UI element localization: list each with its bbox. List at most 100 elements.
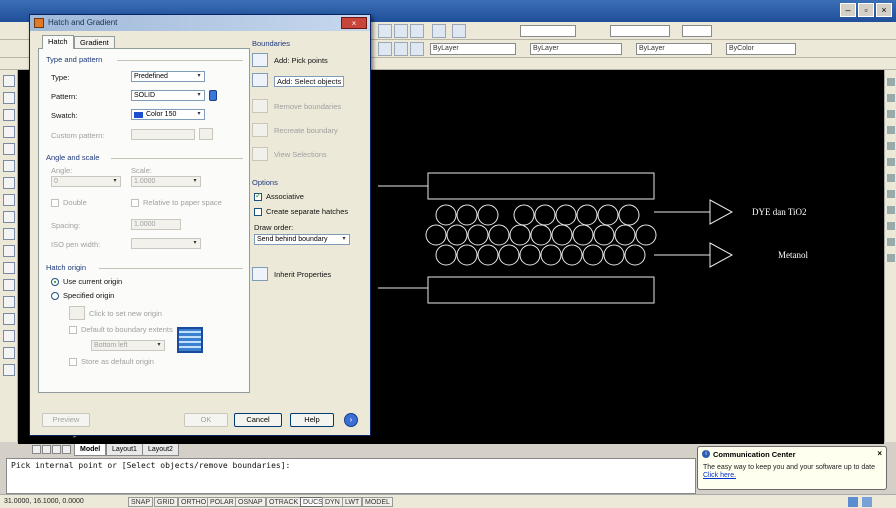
arc-icon[interactable]: [3, 160, 15, 172]
remove-boundaries-icon[interactable]: [252, 99, 268, 113]
maximize-button[interactable]: ▫: [858, 3, 874, 17]
region-icon[interactable]: [3, 330, 15, 342]
view-selections-button[interactable]: View Selections: [274, 150, 327, 159]
store-default-origin-checkbox[interactable]: [69, 358, 77, 366]
remove-boundaries-button[interactable]: Remove boundaries: [274, 102, 341, 111]
communication-center-balloon[interactable]: i Communication Center × The easy way to…: [697, 446, 887, 490]
toolbar-icon[interactable]: [452, 24, 466, 38]
balloon-link[interactable]: Click here.: [703, 472, 881, 479]
circle-icon[interactable]: [3, 177, 15, 189]
origin-position-combo[interactable]: Bottom left ▾: [91, 340, 165, 351]
line-tool-icon[interactable]: [3, 75, 15, 87]
tablestyle-combo[interactable]: [610, 25, 670, 37]
minimize-button[interactable]: –: [840, 3, 856, 17]
linetype-combo[interactable]: ByLayer: [530, 43, 622, 55]
toolbar-icon[interactable]: [410, 24, 424, 38]
snap-toggle[interactable]: SNAP: [128, 497, 154, 507]
tab-prev-arrow-icon[interactable]: [42, 445, 51, 454]
scale-combo[interactable]: 1.0000 ▾: [131, 176, 201, 187]
specified-origin-radio[interactable]: [51, 292, 59, 300]
tab-model[interactable]: Model: [74, 444, 107, 456]
angle-combo[interactable]: 0 ▾: [51, 176, 121, 187]
gradient-icon[interactable]: [3, 313, 15, 325]
tray-icon[interactable]: [862, 497, 872, 507]
close-button[interactable]: ×: [876, 3, 892, 17]
revision-cloud-icon[interactable]: [3, 194, 15, 206]
associative-checkbox[interactable]: [254, 191, 262, 201]
lwt-toggle[interactable]: LWT: [342, 497, 363, 507]
table-icon[interactable]: [3, 347, 15, 359]
tab-first-arrow-icon[interactable]: [32, 445, 41, 454]
point-icon[interactable]: [3, 279, 15, 291]
make-block-icon[interactable]: [3, 262, 15, 274]
more-options-icon[interactable]: ›: [344, 413, 358, 427]
toolbar-icon[interactable]: [410, 42, 424, 56]
polar-toggle[interactable]: POLAR: [207, 497, 237, 507]
model-toggle[interactable]: MODEL: [362, 497, 393, 507]
custom-pattern-combo[interactable]: [131, 129, 195, 140]
dyn-toggle[interactable]: DYN: [322, 497, 343, 507]
view-selections-icon[interactable]: [252, 147, 268, 161]
toolbar-icon[interactable]: [432, 24, 446, 38]
modify-icon[interactable]: [887, 174, 895, 182]
add-pick-points-button[interactable]: Add: Pick points: [274, 56, 328, 65]
dialog-close-button[interactable]: ×: [341, 17, 367, 29]
recreate-boundary-icon[interactable]: [252, 123, 268, 137]
spacing-input[interactable]: 1.0000: [131, 219, 181, 230]
lineweight-combo[interactable]: ByLayer: [636, 43, 712, 55]
insert-block-icon[interactable]: [3, 245, 15, 257]
modify-icon[interactable]: [887, 94, 895, 102]
recreate-boundary-button[interactable]: Recreate boundary: [274, 126, 338, 135]
modify-icon[interactable]: [887, 158, 895, 166]
separate-hatches-checkbox[interactable]: [254, 208, 262, 216]
balloon-close-icon[interactable]: ×: [877, 449, 882, 458]
spline-icon[interactable]: [3, 211, 15, 223]
modify-icon[interactable]: [887, 222, 895, 230]
toolbar-icon[interactable]: [394, 24, 408, 38]
command-line[interactable]: Pick internal point or [Select objects/r…: [6, 458, 696, 494]
custom-pattern-browse-button[interactable]: [199, 128, 213, 140]
grid-toggle[interactable]: GRID: [154, 497, 178, 507]
toolbar-icon[interactable]: [378, 24, 392, 38]
ellipse-icon[interactable]: [3, 228, 15, 240]
modify-icon[interactable]: [887, 78, 895, 86]
swatch-combo[interactable]: Color 150 ▾: [131, 109, 205, 120]
plotstyle-combo[interactable]: ByColor: [726, 43, 796, 55]
modify-icon[interactable]: [887, 190, 895, 198]
iso-pen-combo[interactable]: ▾: [131, 238, 201, 249]
tab-next-arrow-icon[interactable]: [52, 445, 61, 454]
polygon-icon[interactable]: [3, 126, 15, 138]
click-set-origin-button[interactable]: [69, 306, 85, 320]
mtext-icon[interactable]: [3, 364, 15, 376]
cancel-button[interactable]: Cancel: [234, 413, 282, 427]
modify-icon[interactable]: [887, 110, 895, 118]
modify-icon[interactable]: [887, 206, 895, 214]
modify-icon[interactable]: [887, 238, 895, 246]
pattern-combo[interactable]: SOLID ▾: [131, 90, 205, 101]
construction-line-icon[interactable]: [3, 92, 15, 104]
tab-layout1[interactable]: Layout1: [106, 444, 143, 456]
rectangle-icon[interactable]: [3, 143, 15, 155]
use-current-origin-radio[interactable]: [51, 278, 59, 286]
inherit-properties-icon[interactable]: [252, 267, 268, 281]
tray-icon[interactable]: [848, 497, 858, 507]
modify-icon[interactable]: [887, 254, 895, 262]
inherit-properties-button[interactable]: Inherit Properties: [274, 270, 331, 279]
default-extents-checkbox[interactable]: [69, 326, 77, 334]
modify-icon[interactable]: [887, 126, 895, 134]
select-objects-icon[interactable]: [252, 73, 268, 87]
double-checkbox[interactable]: [51, 199, 59, 207]
toolbar-icon[interactable]: [394, 42, 408, 56]
preview-button[interactable]: Preview: [42, 413, 90, 427]
polyline-icon[interactable]: [3, 109, 15, 121]
otrack-toggle[interactable]: OTRACK: [266, 497, 302, 507]
modify-icon[interactable]: [887, 142, 895, 150]
tab-layout2[interactable]: Layout2: [142, 444, 179, 456]
dimstyle-combo[interactable]: [520, 25, 576, 37]
toolbar-icon[interactable]: [378, 42, 392, 56]
pattern-browse-button[interactable]: [209, 90, 217, 101]
tab-last-arrow-icon[interactable]: [62, 445, 71, 454]
ok-button[interactable]: OK: [184, 413, 228, 427]
layer-combo[interactable]: ByLayer: [430, 43, 516, 55]
type-combo[interactable]: Predefined ▾: [131, 71, 205, 82]
